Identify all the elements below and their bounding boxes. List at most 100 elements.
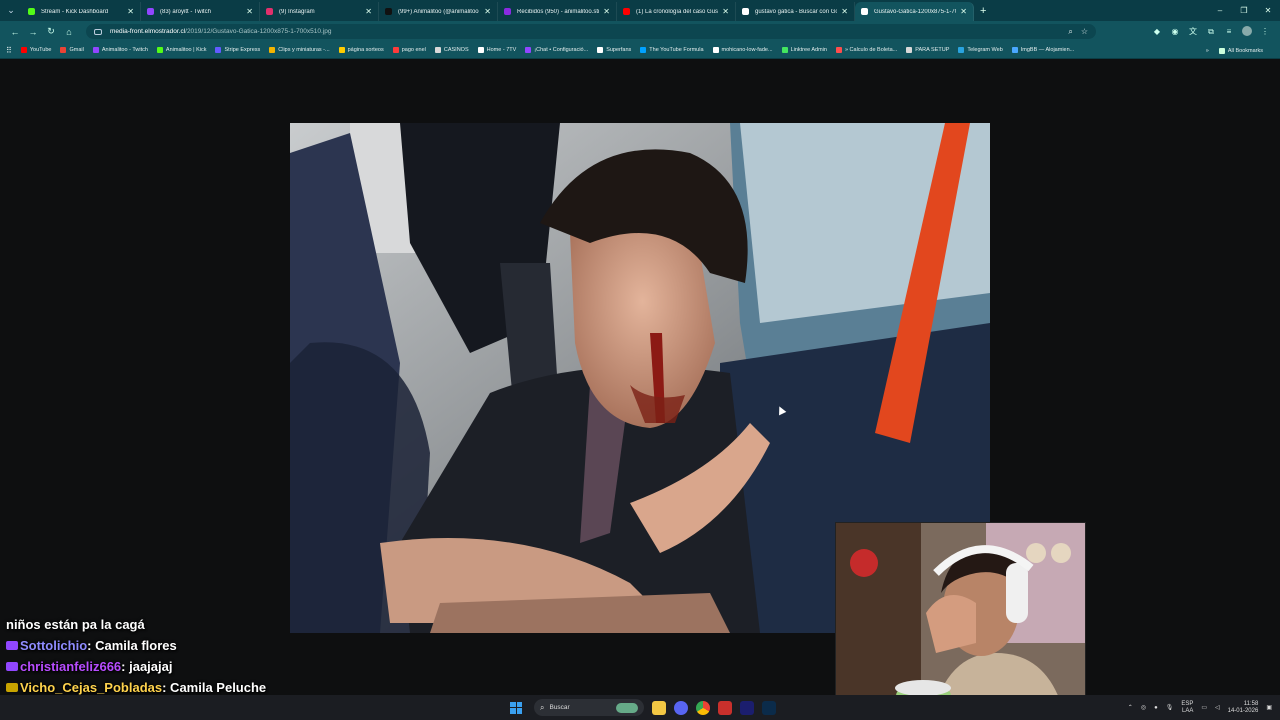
bookmark-item[interactable]: Superfans — [597, 47, 631, 53]
profile-avatar[interactable] — [1238, 25, 1256, 38]
browser-tab[interactable]: Gustavo-Gatica-1200x875-1-70 ✕ — [855, 2, 974, 21]
lang-code: ESP — [1181, 700, 1194, 707]
tab-title: Stream - Kick Dashboard — [41, 8, 109, 15]
translate-icon[interactable]: 文 — [1184, 26, 1202, 37]
tray-app-icon[interactable]: ◎ — [1141, 704, 1146, 711]
browser-tab[interactable]: (9) Instagram ✕ — [260, 2, 379, 21]
tab-favicon-icon — [861, 8, 868, 15]
browser-tab[interactable]: Stream - Kick Dashboard ✕ — [22, 2, 141, 21]
minimize-icon[interactable]: – — [1208, 0, 1232, 21]
tab-favicon-icon — [385, 8, 392, 15]
bookmark-label: Clips y miniaturas -... — [278, 47, 330, 53]
bookmark-item[interactable]: Clips y miniaturas -... — [269, 47, 330, 53]
browser-tab[interactable]: gustavo gatica - Buscar con Go ✕ — [736, 2, 855, 21]
close-tab-icon[interactable]: ✕ — [127, 7, 134, 16]
bookmark-favicon-icon — [269, 47, 276, 53]
bookmark-item[interactable]: Linktree Admin — [781, 47, 827, 53]
tray-app-icon-2[interactable]: ● — [1154, 705, 1158, 711]
tab-search-icon[interactable]: ⌄ — [0, 0, 22, 21]
bookmark-item[interactable]: » Calculo de Boleta... — [835, 47, 897, 53]
bookmark-item[interactable]: Gmail — [60, 47, 84, 53]
chat-message: Sottolichio: Camila flores — [6, 635, 336, 656]
tray-chevron-icon[interactable]: ⌃ — [1128, 704, 1133, 711]
bookmark-label: PARA SETUP — [915, 47, 950, 53]
notifications-icon[interactable]: ▣ — [1266, 704, 1272, 711]
network-icon[interactable]: ▭ — [1201, 704, 1207, 711]
back-icon[interactable]: ← — [6, 27, 24, 37]
chrome-icon[interactable] — [696, 700, 710, 715]
chat-badge-icon — [6, 662, 18, 671]
close-tab-icon[interactable]: ✕ — [960, 7, 967, 16]
bookmark-item[interactable]: Telegram Web — [958, 47, 1003, 53]
bookmark-item[interactable]: The YouTube Formula — [640, 47, 704, 53]
close-tab-icon[interactable]: ✕ — [603, 7, 610, 16]
windows-taskbar: ⌕ Buscar ⌃ ◎ ● 🎙 ESP LAA ▭ ◁ 11:58 14-01-2… — [0, 695, 1280, 720]
bookmark-label: Superfans — [606, 47, 632, 53]
browser-tab-strip: ⌄ Stream - Kick Dashboard ✕ (83) aroyitt -… — [0, 0, 1280, 21]
premiere-icon[interactable] — [740, 700, 754, 715]
language-indicator[interactable]: ESP LAA — [1181, 701, 1193, 715]
apps-icon[interactable]: ⠿ — [6, 46, 12, 55]
discord-icon[interactable] — [674, 700, 688, 715]
bookmark-item[interactable]: Animalitoo | Kick — [156, 47, 207, 53]
reading-list-icon[interactable]: ≡ — [1220, 27, 1238, 36]
close-tab-icon[interactable]: ✕ — [722, 7, 729, 16]
bookmark-item[interactable]: Home - 7TV — [477, 47, 516, 53]
volume-icon[interactable]: ◁ — [1215, 704, 1220, 711]
bookmark-item[interactable]: pago enel — [392, 47, 426, 53]
maximize-icon[interactable]: ❐ — [1232, 0, 1256, 21]
close-tab-icon[interactable]: ✕ — [365, 7, 372, 16]
mic-icon[interactable]: 🎙 — [1166, 704, 1174, 711]
forward-icon[interactable]: → — [24, 27, 42, 37]
bookmark-favicon-icon — [477, 47, 484, 53]
more-bookmarks-icon[interactable]: » — [1206, 48, 1209, 54]
app-icon[interactable] — [718, 700, 732, 715]
extension-icon[interactable]: ◆ — [1148, 27, 1166, 36]
browser-tab[interactable]: (99+) Animalitoo (@animalitoo ✕ — [379, 2, 498, 21]
bookmark-favicon-icon — [215, 47, 222, 53]
bookmark-item[interactable]: Stripe Express — [215, 47, 260, 53]
photoshop-icon[interactable] — [762, 700, 776, 715]
bookmark-star-icon[interactable]: ☆ — [1081, 27, 1088, 36]
close-window-icon[interactable]: ✕ — [1256, 0, 1280, 21]
bookmark-item[interactable]: PARA SETUP — [906, 47, 949, 53]
bookmark-item[interactable]: YouTube — [20, 47, 51, 53]
bookmark-item[interactable]: página sorteos — [338, 47, 384, 53]
all-bookmarks[interactable]: All Bookmarks — [1218, 47, 1263, 54]
new-tab-button[interactable]: + — [980, 5, 986, 17]
bookmark-label: Animalitoo | Kick — [165, 47, 207, 53]
close-tab-icon[interactable]: ✕ — [246, 7, 253, 16]
bookmark-item[interactable]: ¡Chat • Configuració... — [525, 47, 588, 53]
extensions-puzzle-icon[interactable]: ⧉ — [1202, 27, 1220, 37]
extension-icon-2[interactable]: ◉ — [1166, 27, 1184, 36]
browser-tab[interactable]: Recibidos (950) - animalitoo.str ✕ — [498, 2, 617, 21]
bookmark-label: Linktree Admin — [790, 47, 827, 53]
all-bookmarks-label: All Bookmarks — [1227, 47, 1263, 54]
close-tab-icon[interactable]: ✕ — [484, 7, 491, 16]
bookmark-item[interactable]: mohicano-low-fade... — [712, 47, 773, 53]
url-field[interactable]: media-front.elmostrador.cl/2019/12/Gusta… — [86, 24, 1096, 39]
window-controls: – ❐ ✕ — [1208, 0, 1280, 21]
bookmark-favicon-icon — [434, 47, 441, 53]
bookmark-item[interactable]: CASINOS — [434, 47, 469, 53]
close-tab-icon[interactable]: ✕ — [841, 7, 848, 16]
bookmark-item[interactable]: ImgBB — Alojamien... — [1011, 47, 1074, 53]
browser-tab[interactable]: (1) La cronología del caso Gust ✕ — [617, 2, 736, 21]
chat-message: christianfeliz666: jaajajaj — [6, 656, 336, 677]
reload-icon[interactable]: ↻ — [42, 26, 60, 37]
zoom-icon[interactable]: ⌕ — [1068, 27, 1072, 37]
browser-tab[interactable]: (83) aroyitt - Twitch ✕ — [141, 2, 260, 21]
clock[interactable]: 11:58 14-01-2026 — [1228, 701, 1259, 715]
bookmark-item[interactable]: Animalitoo - Twitch — [92, 47, 148, 53]
home-icon[interactable]: ⌂ — [60, 27, 78, 37]
page-viewport — [0, 60, 1280, 695]
windows-start-icon[interactable] — [510, 701, 522, 714]
taskbar-search[interactable]: ⌕ Buscar — [534, 699, 644, 716]
site-info-icon[interactable] — [94, 28, 102, 35]
menu-icon[interactable]: ⋮ — [1256, 27, 1274, 36]
bookmark-favicon-icon — [712, 47, 719, 53]
file-explorer-icon[interactable] — [652, 700, 666, 715]
bookmark-label: Gmail — [69, 47, 84, 53]
bookmark-favicon-icon — [392, 47, 399, 53]
tab-title: (99+) Animalitoo (@animalitoo — [398, 8, 479, 15]
